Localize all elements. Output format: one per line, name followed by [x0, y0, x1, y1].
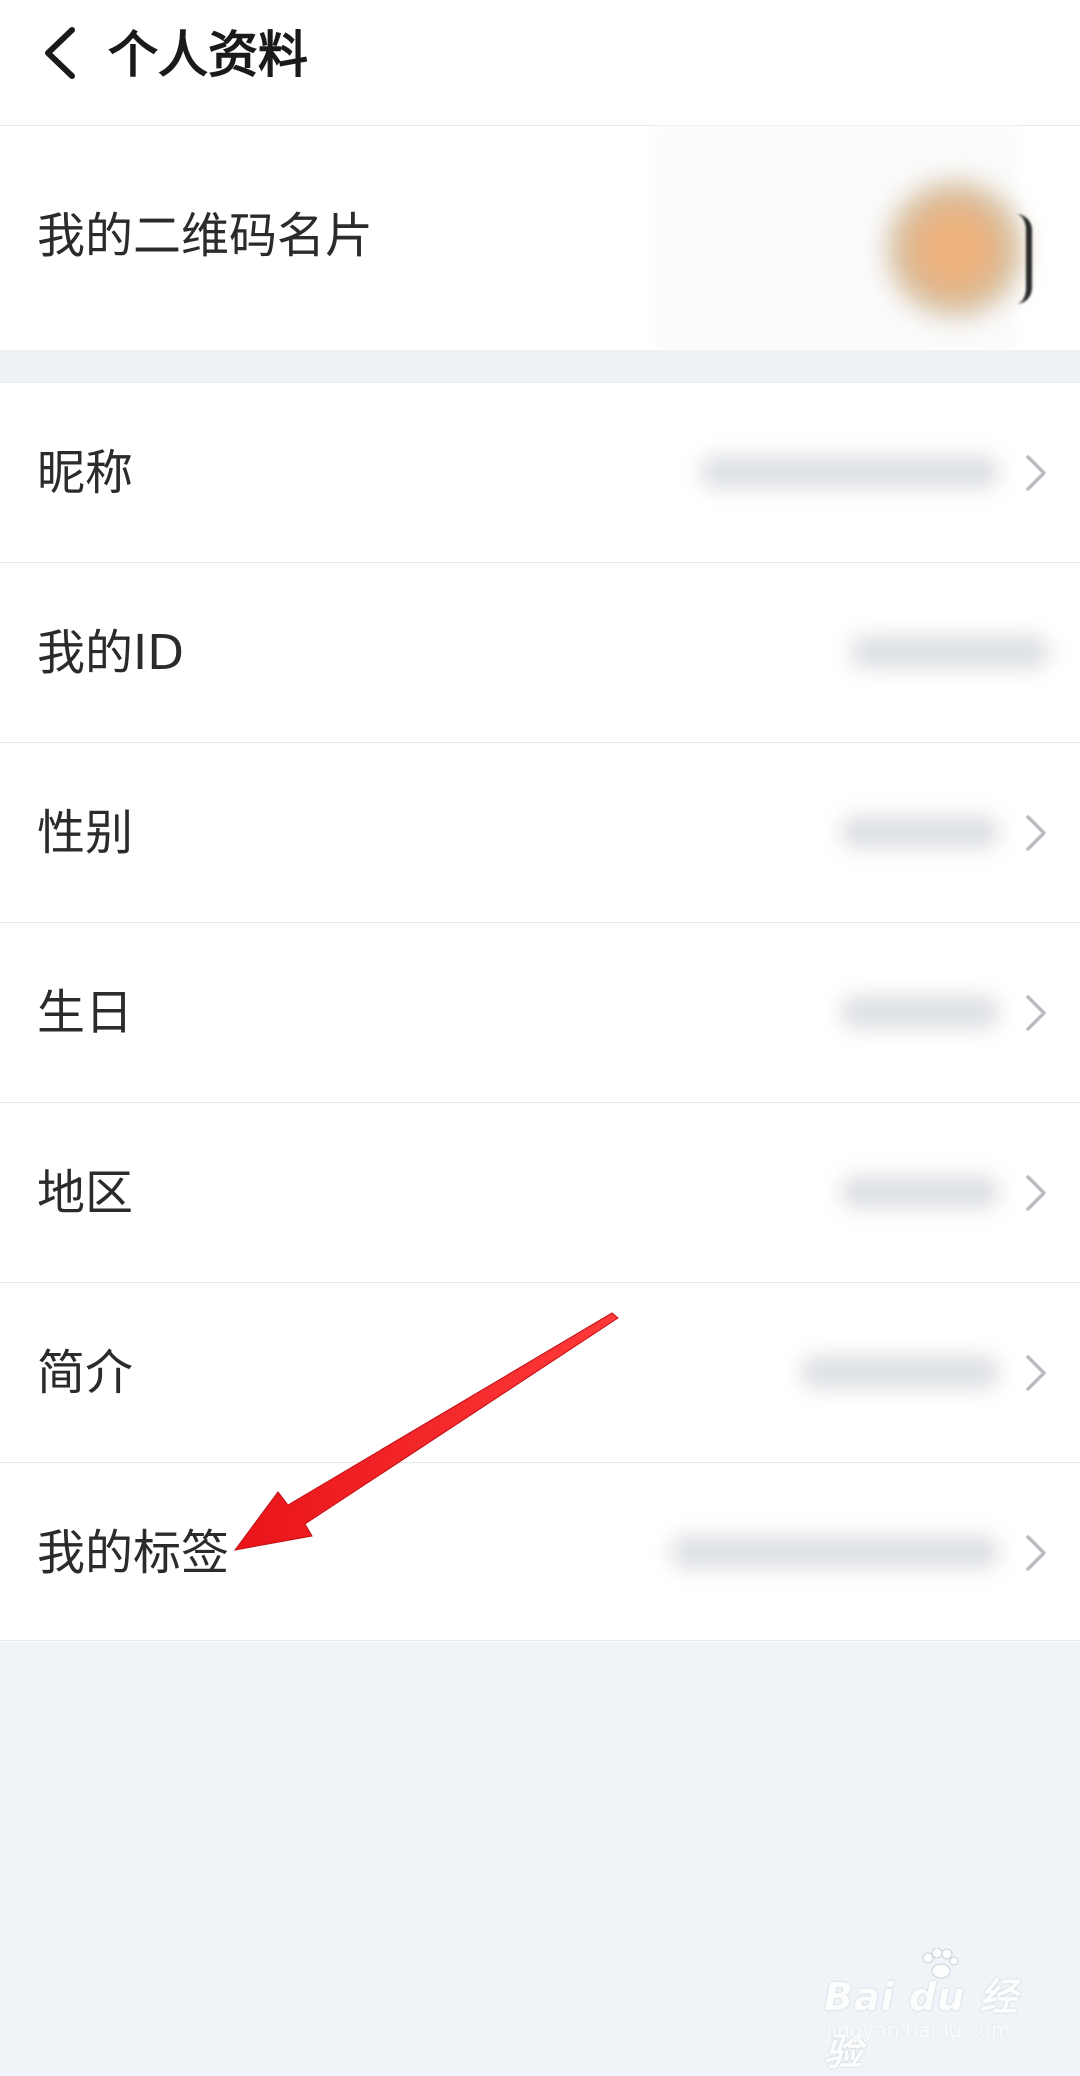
list-item-label: 我的标签 [37, 1525, 230, 1581]
list-item-label: 我的ID [37, 625, 185, 681]
list-item-my-tags[interactable]: 我的标签 [0, 1462, 1080, 1642]
list-item-region[interactable]: 地区 [0, 1102, 1080, 1282]
blurred-value [850, 635, 1050, 669]
chevron-right-icon [1026, 1355, 1046, 1391]
list-item-label: 昵称 [37, 445, 134, 501]
chevron-right-icon [1026, 1535, 1046, 1571]
blurred-value [840, 1175, 1000, 1209]
page-title: 个人资料 [108, 26, 308, 84]
section-gap [0, 350, 1080, 382]
baidu-jingyan-watermark: Bai du 经验 jingyan.baidu.com [824, 1948, 1024, 2074]
list-item-birthday[interactable]: 生日 [0, 922, 1080, 1102]
list-item-label: 性别 [37, 805, 134, 861]
chevron-right-icon [1026, 995, 1046, 1031]
chevron-left-icon[interactable] [30, 18, 94, 88]
chevron-right-icon [1026, 455, 1046, 491]
list-item-label: 生日 [37, 985, 134, 1041]
avatar[interactable] [885, 179, 1025, 319]
blurred-value [700, 455, 1000, 489]
chevron-right-icon [1026, 815, 1046, 851]
blurred-value [670, 1535, 1000, 1569]
qr-code-icon [1016, 214, 1032, 304]
blurred-value [840, 815, 1000, 849]
blurred-value [800, 1355, 1000, 1389]
list-item-my-id: 我的ID [0, 562, 1080, 742]
watermark-url: jingyan.baidu.com [826, 2018, 1011, 2042]
blurred-value [840, 995, 1000, 1029]
list-bottom-divider [0, 1640, 1080, 1641]
qr-card-label: 我的二维码名片 [37, 208, 374, 264]
list-item-label: 简介 [37, 1345, 134, 1401]
list-item-bio[interactable]: 简介 [0, 1282, 1080, 1462]
list-item-gender[interactable]: 性别 [0, 742, 1080, 922]
qr-card-row[interactable]: 我的二维码名片 [0, 126, 1080, 350]
list-item-nickname[interactable]: 昵称 [0, 382, 1080, 562]
list-item-label: 地区 [37, 1165, 134, 1221]
top-navigation-bar: 个人资料 [0, 0, 1080, 126]
chevron-right-icon [1026, 1175, 1046, 1211]
profile-info-list: 昵称 我的ID 性别 生日 地区 简介 我的标签 [0, 382, 1080, 1642]
